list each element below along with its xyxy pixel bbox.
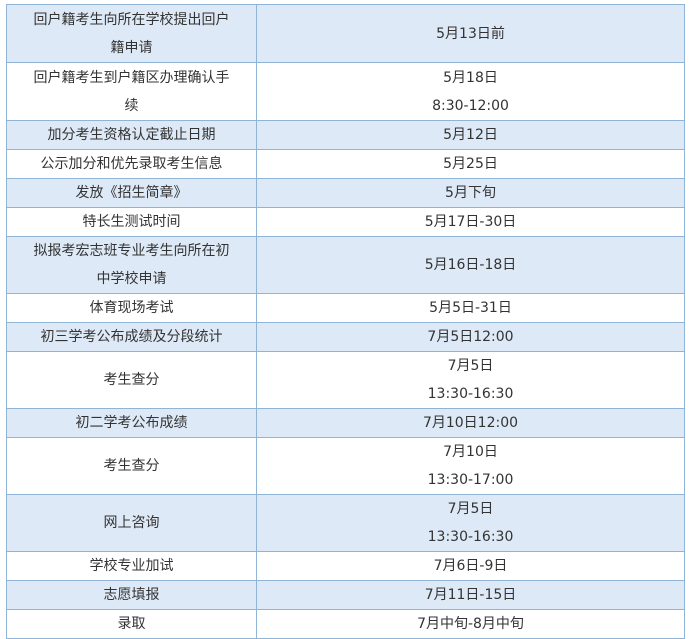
table-row: 考生查分 7月5日 13:30-16:30 [6,351,685,409]
event-item-cell: 发放《招生简章》 [6,178,257,208]
table-row: 拟报考宏志班专业考生向所在初 中学校申请 5月16日-18日 [6,236,685,294]
schedule-table-container: 回户籍考生向所在学校提出回户 籍申请 5月13日前 回户籍考生到户籍区办理确认手 续… [6,4,685,639]
event-date-cell: 7月10日 13:30-17:00 [256,437,685,495]
table-row: 学校专业加试 7月6日-9日 [6,551,685,581]
event-item-cell: 回户籍考生向所在学校提出回户 籍申请 [6,4,257,63]
table-row: 网上咨询 7月5日 13:30-16:30 [6,494,685,552]
event-date-cell: 5月17日-30日 [256,207,685,237]
event-date-cell: 7月10日12:00 [256,408,685,438]
event-item-cell: 回户籍考生到户籍区办理确认手 续 [6,62,257,121]
event-date-cell: 7月5日 13:30-16:30 [256,494,685,552]
event-item-cell: 志愿填报 [6,580,257,610]
event-item-cell: 拟报考宏志班专业考生向所在初 中学校申请 [6,236,257,294]
event-item-cell: 录取 [6,609,257,639]
event-date-cell: 7月6日-9日 [256,551,685,581]
event-item-cell: 考生查分 [6,351,257,409]
table-row: 录取 7月中旬-8月中旬 [6,609,685,639]
event-date-cell: 5月下旬 [256,178,685,208]
event-item-cell: 体育现场考试 [6,293,257,323]
event-date-cell: 5月25日 [256,149,685,179]
table-row: 特长生测试时间 5月17日-30日 [6,207,685,237]
admission-schedule-table: 回户籍考生向所在学校提出回户 籍申请 5月13日前 回户籍考生到户籍区办理确认手 续… [6,4,685,639]
event-date-cell: 5月13日前 [256,4,685,63]
event-date-cell: 5月12日 [256,120,685,150]
event-date-cell: 5月16日-18日 [256,236,685,294]
event-item-cell: 公示加分和优先录取考生信息 [6,149,257,179]
table-row: 体育现场考试 5月5日-31日 [6,293,685,323]
event-date-cell: 7月5日 13:30-16:30 [256,351,685,409]
event-date-cell: 7月中旬-8月中旬 [256,609,685,639]
event-item-cell: 考生查分 [6,437,257,495]
event-date-cell: 5月18日 8:30-12:00 [256,62,685,121]
table-row: 回户籍考生向所在学校提出回户 籍申请 5月13日前 [6,4,685,63]
event-date-cell: 5月5日-31日 [256,293,685,323]
table-row: 初二学考公布成绩 7月10日12:00 [6,408,685,438]
table-row: 加分考生资格认定截止日期 5月12日 [6,120,685,150]
table-row: 公示加分和优先录取考生信息 5月25日 [6,149,685,179]
table-row: 初三学考公布成绩及分段统计 7月5日12:00 [6,322,685,352]
table-row: 回户籍考生到户籍区办理确认手 续 5月18日 8:30-12:00 [6,62,685,121]
event-item-cell: 初二学考公布成绩 [6,408,257,438]
event-item-cell: 网上咨询 [6,494,257,552]
table-row: 考生查分 7月10日 13:30-17:00 [6,437,685,495]
event-item-cell: 加分考生资格认定截止日期 [6,120,257,150]
event-item-cell: 初三学考公布成绩及分段统计 [6,322,257,352]
table-row: 志愿填报 7月11日-15日 [6,580,685,610]
table-row: 发放《招生简章》 5月下旬 [6,178,685,208]
event-item-cell: 学校专业加试 [6,551,257,581]
event-item-cell: 特长生测试时间 [6,207,257,237]
event-date-cell: 7月11日-15日 [256,580,685,610]
schedule-table-body: 回户籍考生向所在学校提出回户 籍申请 5月13日前 回户籍考生到户籍区办理确认手 续… [6,4,685,639]
event-date-cell: 7月5日12:00 [256,322,685,352]
